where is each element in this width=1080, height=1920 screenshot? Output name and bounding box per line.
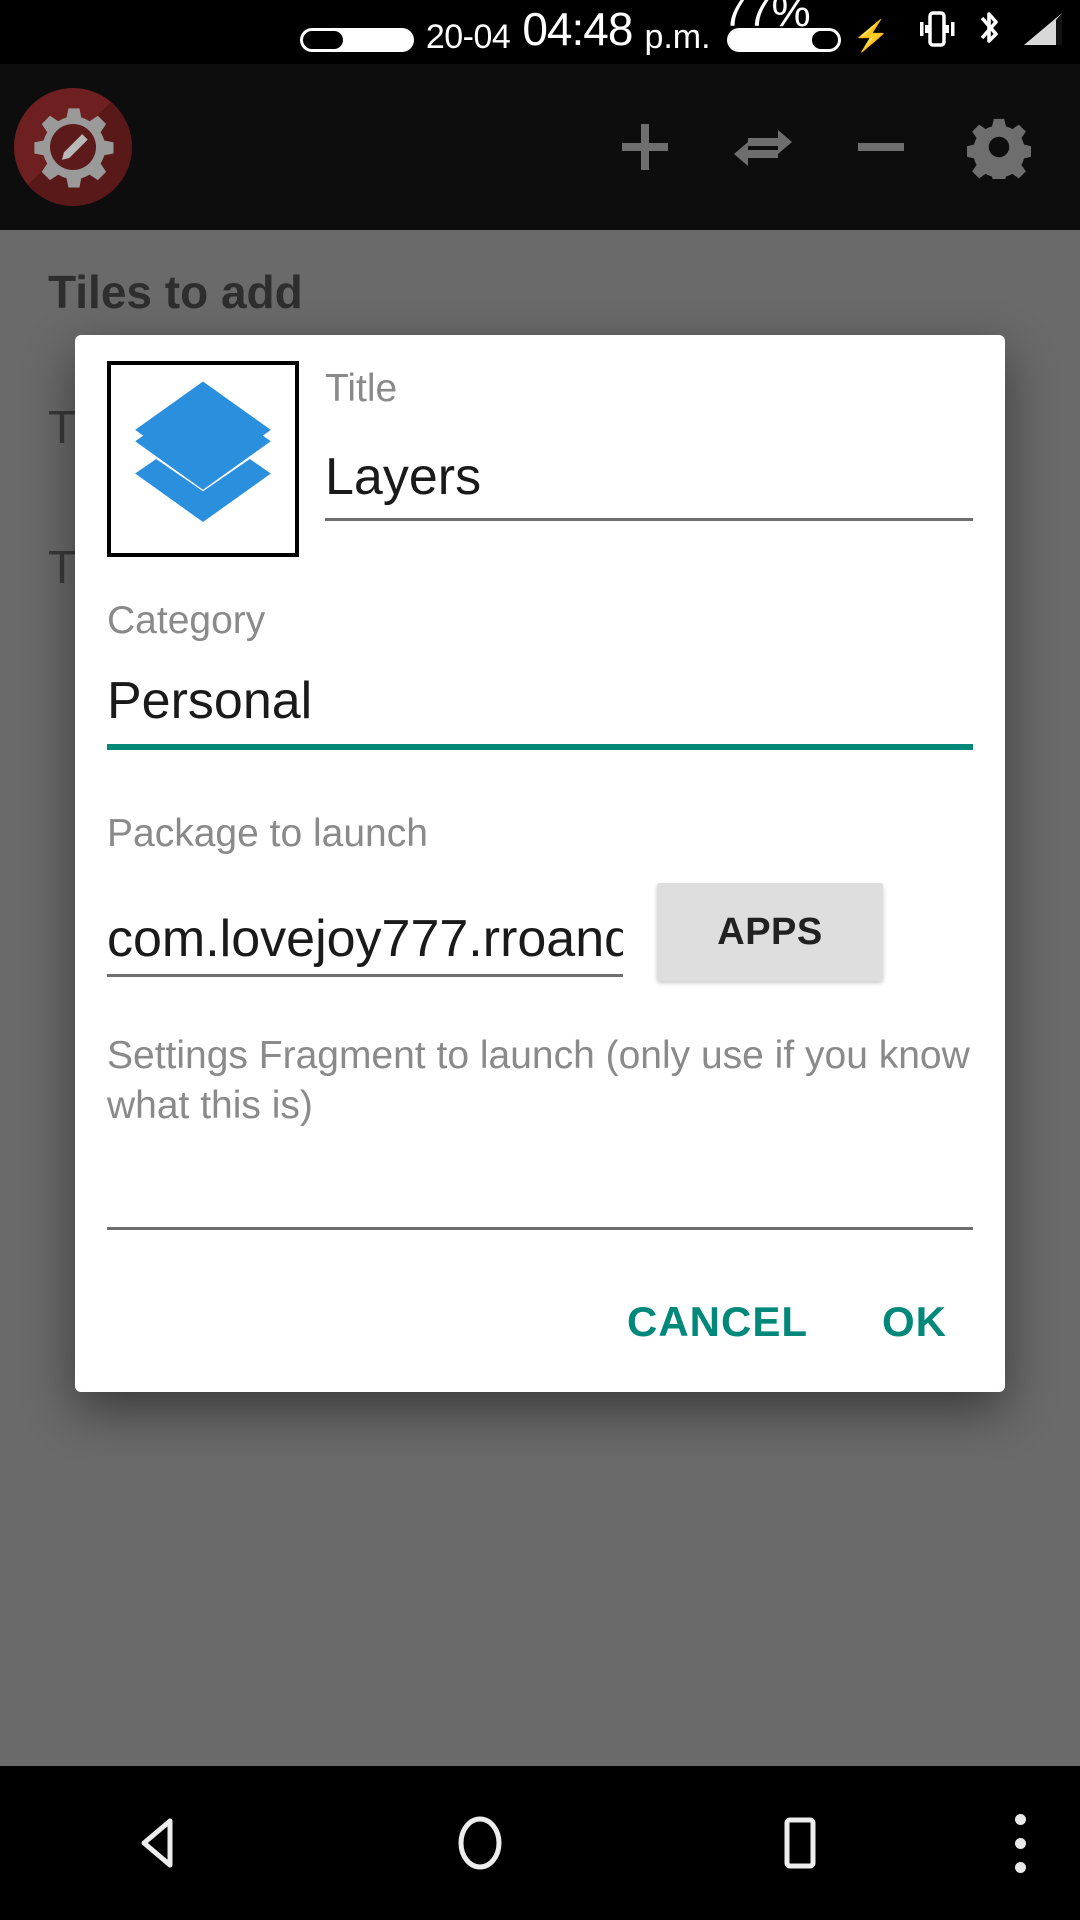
- add-tile-button[interactable]: [586, 88, 704, 206]
- recents-square-icon[interactable]: [640, 1813, 960, 1873]
- title-label: Title: [325, 367, 398, 410]
- signal-icon: [1020, 9, 1066, 54]
- category-field: Category Personal: [107, 599, 973, 751]
- battery-bar-icon: [299, 28, 414, 52]
- status-ampm: p.m.: [644, 18, 711, 56]
- settings-button[interactable]: [940, 88, 1058, 206]
- settings-fragment-field: Settings Fragment to launch (only use if…: [107, 1031, 973, 1230]
- status-time: 04:48: [522, 3, 633, 55]
- phone-screen: 20-04 04:48 p.m. 77% ⚡ Tiles to add T T …: [0, 0, 1080, 1920]
- title-underline: [325, 518, 973, 522]
- category-label: Category: [107, 599, 266, 642]
- swap-tiles-button[interactable]: [704, 88, 822, 206]
- package-underline: [107, 974, 623, 978]
- apps-picker-button[interactable]: APPS: [657, 883, 883, 982]
- page-title: Tiles to add: [48, 266, 303, 318]
- app-toolbar: [0, 64, 1080, 230]
- ok-button[interactable]: OK: [870, 1288, 959, 1356]
- overflow-menu-icon[interactable]: [960, 1813, 1080, 1873]
- battery-level-icon: [726, 28, 841, 52]
- title-input[interactable]: Layers: [325, 446, 973, 512]
- bluetooth-icon: [974, 8, 1004, 55]
- charging-bolt-icon: ⚡: [852, 20, 890, 53]
- back-triangle-icon[interactable]: [0, 1813, 320, 1873]
- vibrate-icon: [916, 9, 958, 54]
- status-bar: 20-04 04:48 p.m. 77% ⚡: [0, 0, 1080, 64]
- package-input[interactable]: com.lovejoy777.rroandla: [107, 908, 623, 974]
- edit-tile-dialog: Title Layers Category Personal Package t…: [75, 335, 1005, 1392]
- package-field: Package to launch com.lovejoy777.rroandl…: [107, 812, 973, 982]
- home-circle-icon[interactable]: [320, 1813, 640, 1873]
- settings-fragment-label: Settings Fragment to launch (only use if…: [107, 1034, 970, 1127]
- remove-tile-button[interactable]: [822, 88, 940, 206]
- category-underline-focused: [107, 744, 973, 751]
- layers-icon[interactable]: [107, 361, 299, 557]
- package-label: Package to launch: [107, 812, 428, 856]
- cancel-button[interactable]: CANCEL: [615, 1288, 820, 1356]
- settings-fragment-underline[interactable]: [107, 1226, 973, 1230]
- navigation-bar: [0, 1766, 1080, 1920]
- app-logo-gear-pencil-icon[interactable]: [14, 88, 132, 206]
- list-item[interactable]: T: [48, 540, 76, 594]
- list-item[interactable]: T: [48, 400, 76, 454]
- status-date: 20-04: [425, 18, 511, 56]
- category-input[interactable]: Personal: [107, 670, 973, 736]
- dialog-actions: CANCEL OK: [107, 1288, 973, 1370]
